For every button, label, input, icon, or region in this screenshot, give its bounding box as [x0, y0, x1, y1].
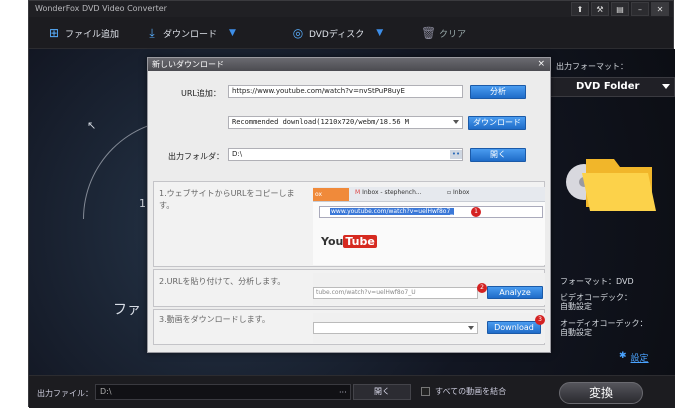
- download-label: ダウンロード: [163, 29, 218, 40]
- inbox-tab-label: Inbox: [452, 189, 470, 196]
- clear-label: クリア: [439, 29, 467, 40]
- tools-icon[interactable]: ⚒: [591, 2, 609, 16]
- settings-label: 設定: [630, 354, 649, 364]
- convert-button[interactable]: 変換: [559, 382, 643, 404]
- step-badge-2: 2: [477, 283, 487, 293]
- gmail-icon: M: [355, 189, 361, 196]
- youtube-logo: You Tube: [321, 235, 377, 248]
- address-text: www.youtube.com/watch?v=uelHwf8o7_: [330, 208, 455, 215]
- step3-screenshot: Download 3: [313, 313, 545, 343]
- step-badge-3: 3: [535, 315, 545, 325]
- step2-url-field: tube.com/watch?v=uelHwf8o7_U: [313, 287, 478, 299]
- upload-icon[interactable]: ⬆: [571, 2, 589, 16]
- merge-label: すべての動画を結合: [435, 387, 507, 396]
- audio-codec-label: オーディオコーデック：: [560, 319, 648, 328]
- close-button[interactable]: ✕: [651, 2, 669, 16]
- new-download-dialog: 新しいダウンロード × URL追加： https://www.youtube.c…: [147, 57, 551, 353]
- download-button[interactable]: ⤓ ダウンロード ▼: [145, 25, 236, 41]
- step3-download-button: Download: [487, 321, 541, 334]
- folder-icon: [566, 159, 656, 211]
- quality-select[interactable]: Recommended download(1210x720/webm/18.56…: [228, 116, 463, 129]
- app-title: WonderFox DVD Video Converter: [35, 4, 167, 13]
- output-folder-label: 出力フォルダ：: [168, 152, 224, 161]
- format-select[interactable]: DVD Folder: [550, 77, 675, 97]
- youtube-logo-tube: Tube: [343, 235, 377, 248]
- step2-analyze-button: Analyze: [487, 286, 543, 299]
- trash-icon: 🗑: [421, 26, 437, 40]
- step3-text: 3.動画をダウンロードします。: [159, 315, 270, 324]
- youtube-logo-you: You: [321, 235, 344, 248]
- chevron-down-icon: [468, 326, 474, 330]
- dialog-download-button[interactable]: ダウンロード: [468, 116, 526, 130]
- browser-tabs: ox M Inbox - stephench... ▫ Inbox: [313, 187, 545, 202]
- mail-tab-label: Inbox - stephench...: [362, 189, 422, 196]
- dvd-disc-label: DVDディスク: [309, 29, 365, 40]
- output-file-label: 出力ファイル：: [37, 389, 93, 398]
- add-file-button[interactable]: ⊞ ファイル追加: [47, 25, 119, 41]
- add-file-icon: ⊞: [48, 26, 60, 40]
- dvd-disc-button[interactable]: ◎ DVDディスク ▼: [291, 25, 383, 41]
- video-codec-value: 自動設定: [560, 302, 592, 311]
- clear-button[interactable]: 🗑 クリア: [421, 25, 466, 41]
- step2-text: 2.URLを貼り付けて、分析します。: [159, 277, 286, 286]
- quality-value: Recommended download(1210x720/webm/18.56…: [232, 118, 410, 126]
- download-dropdown-icon[interactable]: ▼: [229, 28, 236, 38]
- step2-screenshot: tube.com/watch?v=uelHwf8o7_U 2 Analyze: [313, 273, 545, 305]
- settings-link[interactable]: ✱ 設定: [619, 351, 649, 364]
- minimize-button[interactable]: –: [631, 2, 649, 16]
- chevron-down-icon: [662, 84, 670, 89]
- browser-address-bar: www.youtube.com/watch?v=uelHwf8o7_: [319, 206, 543, 218]
- title-bar: WonderFox DVD Video Converter ⬆ ⚒ ▤ – ✕: [29, 1, 673, 17]
- disc-icon: ◎: [292, 26, 304, 40]
- step1-text: 1.ウェブサイトからURLをコピーします。: [159, 189, 295, 210]
- folder-value: D:\: [232, 150, 243, 158]
- toolbar: ⊞ ファイル追加 ⤓ ダウンロード ▼ ◎ DVDディスク ▼ 🗑 クリア: [29, 17, 673, 49]
- instruction-step-2: 2.URLを貼り付けて、分析します。 tube.com/watch?v=uelH…: [153, 269, 545, 307]
- dvd-dropdown-icon[interactable]: ▼: [376, 28, 383, 38]
- dialog-title-bar: 新しいダウンロード ×: [148, 58, 550, 71]
- dialog-open-button[interactable]: 開く: [470, 148, 526, 162]
- browser-tab-firefox: ox: [313, 188, 349, 201]
- audio-codec-value: 自動設定: [560, 328, 592, 337]
- format-value: DVD Folder: [576, 81, 640, 92]
- chevron-down-icon: [453, 120, 459, 124]
- output-folder-field[interactable]: D:\ ••: [228, 148, 463, 161]
- dialog-close-button[interactable]: ×: [537, 58, 545, 71]
- step1-screenshot: ox M Inbox - stephench... ▫ Inbox www.yo…: [313, 187, 545, 265]
- url-label: URL追加：: [181, 89, 221, 98]
- download-icon: ⤓: [149, 26, 155, 40]
- open-folder-button[interactable]: 開く: [353, 384, 411, 400]
- output-format-label: 出力フォーマット：: [556, 62, 628, 71]
- checkbox[interactable]: [421, 387, 430, 396]
- url-input[interactable]: https://www.youtube.com/watch?v=nvStPuP8…: [228, 85, 463, 98]
- shop-icon[interactable]: ▤: [611, 2, 629, 16]
- folder-browse-button[interactable]: ••: [450, 150, 462, 159]
- instruction-step-3: 3.動画をダウンロードします。 Download 3: [153, 309, 545, 345]
- gear-icon: ✱: [619, 351, 627, 361]
- stage-hint-text: ファ: [113, 302, 141, 318]
- arrow-icon: ↖: [87, 119, 97, 132]
- format-info: フォーマット：DVD: [560, 277, 634, 286]
- dialog-title: 新しいダウンロード: [152, 60, 224, 69]
- video-codec-label: ビデオコーデック：: [560, 293, 632, 302]
- step3-quality-field: [313, 322, 478, 334]
- step-badge-1: 1: [471, 207, 481, 217]
- mail-tab: M Inbox - stephench...: [355, 189, 422, 196]
- merge-checkbox[interactable]: すべての動画を結合: [421, 386, 506, 397]
- bottom-bar: 出力ファイル： D:\ ··· 開く すべての動画を結合 変換: [29, 375, 675, 408]
- window-controls: ⬆ ⚒ ▤ – ✕: [571, 2, 669, 16]
- browse-dots-button[interactable]: ···: [339, 388, 347, 397]
- instruction-step-1: 1.ウェブサイトからURLをコピーします。 ox M Inbox - steph…: [153, 181, 545, 267]
- analyze-button[interactable]: 分析: [470, 85, 526, 99]
- inbox-tab: ▫ Inbox: [447, 189, 470, 196]
- output-path-field[interactable]: D:\: [95, 384, 351, 400]
- add-file-label: ファイル追加: [65, 29, 120, 40]
